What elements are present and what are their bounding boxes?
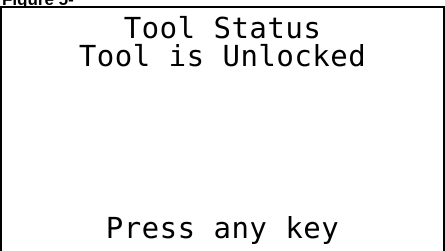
tool-lock-status: Tool is Unlocked [78,39,367,73]
lcd-display: Tool Status Tool is Unlocked Press any k… [0,6,445,251]
tool-status-screen: Figure 5- Tool Status Tool is Unlocked P… [0,0,445,251]
press-any-key-prompt: Press any key [105,211,340,245]
